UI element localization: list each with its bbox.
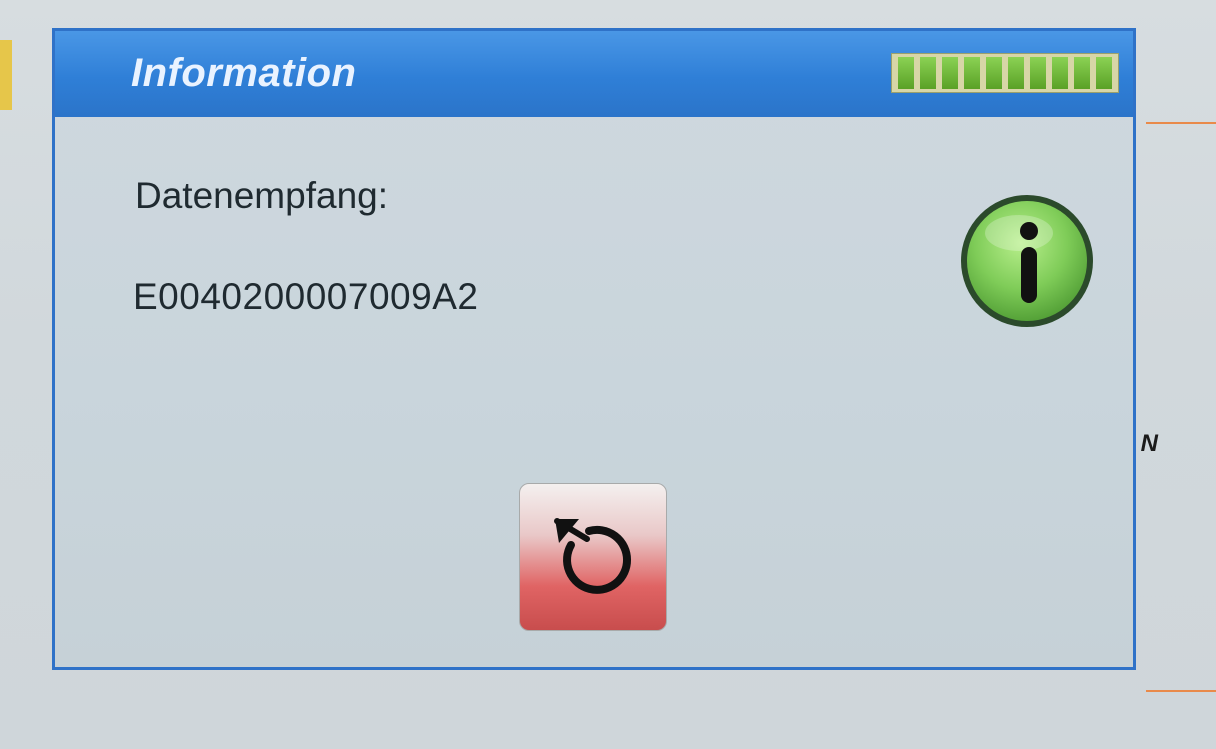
dialog-title: Information <box>131 51 357 95</box>
signal-bar <box>986 57 1002 89</box>
background-line <box>1146 690 1216 692</box>
data-reception-label: Datenempfang: <box>135 175 389 216</box>
signal-bar <box>1052 57 1068 89</box>
signal-strength-icon <box>891 53 1119 93</box>
signal-bar <box>964 57 980 89</box>
signal-bar <box>942 57 958 89</box>
dialog-titlebar: Information <box>55 31 1133 117</box>
background-text-fragment: N <box>1140 430 1158 457</box>
background-edge <box>0 40 12 110</box>
signal-bar <box>898 57 914 89</box>
information-dialog: Information Datenempfang: E0040200007009… <box>52 28 1136 670</box>
back-button[interactable] <box>519 483 667 631</box>
signal-bar <box>1008 57 1024 89</box>
undo-arrow-icon <box>554 518 631 594</box>
signal-bar <box>920 57 936 89</box>
info-icon <box>957 191 1097 331</box>
received-data-value: E0040200007009A2 <box>133 276 479 317</box>
signal-bar <box>1074 57 1090 89</box>
signal-bar <box>1096 57 1112 89</box>
signal-bar <box>1030 57 1046 89</box>
background-line <box>1146 122 1216 124</box>
